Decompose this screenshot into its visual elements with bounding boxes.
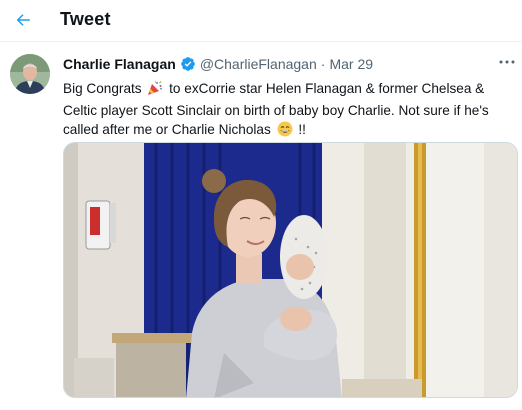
tweet-header: Tweet	[0, 0, 522, 42]
back-arrow-icon	[16, 14, 30, 26]
verified-badge-icon	[180, 56, 196, 72]
avatar[interactable]	[10, 54, 50, 94]
author-handle[interactable]: @CharlieFlanagan	[200, 56, 317, 72]
tweet-photo[interactable]	[63, 142, 518, 398]
party-popper-icon	[147, 80, 163, 101]
tweet-text-part1: Big Congrats	[63, 81, 142, 96]
more-options-button[interactable]	[497, 54, 517, 70]
author-name[interactable]: Charlie Flanagan	[63, 56, 176, 72]
page-title: Tweet	[60, 9, 111, 29]
tweet-text-part3: !!	[298, 122, 306, 137]
grinning-face-icon	[277, 121, 293, 142]
tweet-author-row: Charlie Flanagan @CharlieFlanagan · Mar …	[63, 54, 373, 74]
tweet-text: Big Congrats to exCorrie star Helen Flan…	[63, 79, 511, 142]
tweet-date[interactable]: Mar 29	[329, 56, 373, 72]
more-options-icon	[499, 60, 515, 64]
separator-dot: ·	[320, 56, 326, 72]
back-button[interactable]	[8, 5, 38, 35]
photo-image	[64, 143, 517, 397]
avatar-photo	[10, 54, 50, 94]
